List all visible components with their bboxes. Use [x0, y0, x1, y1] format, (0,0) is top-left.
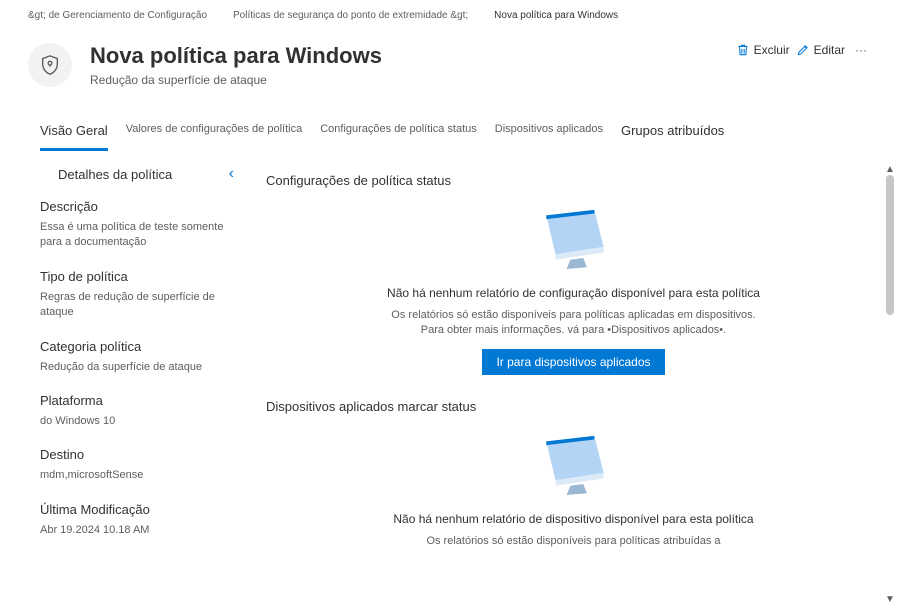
scroll-thumb[interactable]: [886, 175, 894, 315]
edit-label: Editar: [814, 43, 845, 57]
empty-title: Não há nenhum relatório de configuração …: [306, 286, 841, 300]
scrollbar[interactable]: ▲ ▼: [883, 164, 897, 605]
breadcrumb-current: Nova política para Windows: [494, 10, 618, 21]
section-title: Configurações de política status: [266, 173, 881, 188]
sidebar-field: Última Modificação Abr 19.2024 10.18 AM: [40, 502, 240, 556]
field-value: Abr 19.2024 10.18 AM: [40, 523, 240, 538]
section-title: Dispositivos aplicados marcar status: [266, 399, 881, 414]
field-label: Destino: [40, 447, 240, 462]
go-to-devices-button[interactable]: Ir para dispositivos aplicados: [482, 349, 664, 375]
empty-desc: Os relatórios só estão disponíveis para …: [379, 534, 769, 549]
scroll-down-icon[interactable]: ▼: [885, 594, 895, 605]
tab-devices[interactable]: Dispositivos aplicados: [495, 117, 603, 151]
sidebar-title: Detalhes da política: [58, 167, 172, 182]
pencil-icon: [796, 43, 810, 57]
tab-groups[interactable]: Grupos atribuídos: [621, 117, 724, 151]
scroll-up-icon[interactable]: ▲: [885, 164, 895, 175]
sidebar-field: Descrição Essa é uma política de teste so…: [40, 199, 240, 269]
delete-button[interactable]: Excluir: [736, 43, 790, 57]
trash-icon: [736, 43, 750, 57]
field-value: mdm,microsoftSense: [40, 468, 240, 483]
page-title: Nova política para Windows: [90, 43, 736, 69]
empty-title: Não há nenhum relatório de dispositivo d…: [306, 512, 841, 526]
sidebar-fields: Descrição Essa é uma política de teste so…: [40, 199, 240, 556]
breadcrumb: &gt; de Gerenciamento de Configuração Po…: [0, 0, 899, 29]
empty-state-config: Não há nenhum relatório de configuração …: [266, 208, 881, 399]
breadcrumb-item[interactable]: &gt; de Gerenciamento de Configuração: [28, 10, 207, 21]
field-value: Essa é uma política de teste somente par…: [40, 220, 240, 251]
sidebar-field: Categoria política Redução da superfície …: [40, 339, 240, 393]
tabs: Visão Geral Valores de configurações de …: [0, 97, 899, 151]
chevron-left-icon[interactable]: ‹: [229, 165, 234, 183]
main-panel: Configurações de política status Não há …: [248, 165, 899, 583]
field-label: Última Modificação: [40, 502, 240, 517]
field-value: Regras de redução de superfície de ataqu…: [40, 290, 240, 321]
empty-state-devices: Não há nenhum relatório de dispositivo d…: [266, 434, 881, 583]
empty-desc: Os relatórios só estão disponíveis para …: [379, 308, 769, 339]
monitor-icon: [537, 208, 611, 270]
tab-settings[interactable]: Valores de configurações de política: [126, 117, 303, 151]
field-label: Tipo de política: [40, 269, 240, 284]
breadcrumb-item[interactable]: Políticas de segurança do ponto de extre…: [233, 10, 468, 21]
field-value: do Windows 10: [40, 414, 240, 429]
sidebar-field: Plataforma do Windows 10: [40, 393, 240, 447]
field-label: Categoria política: [40, 339, 240, 354]
monitor-icon: [537, 434, 611, 496]
tab-overview[interactable]: Visão Geral: [40, 117, 108, 151]
sidebar: Detalhes da política ‹ Descrição Essa é u…: [40, 165, 248, 583]
more-icon[interactable]: ···: [851, 43, 871, 57]
sidebar-field: Tipo de política Regras de redução de sup…: [40, 269, 240, 339]
page-header: Nova política para Windows Redução da su…: [0, 29, 899, 97]
page-subtitle: Redução da superfície de ataque: [90, 73, 736, 87]
field-value: Redução da superfície de ataque: [40, 360, 240, 375]
field-label: Plataforma: [40, 393, 240, 408]
delete-label: Excluir: [754, 43, 790, 57]
sidebar-field: Destino mdm,microsoftSense: [40, 447, 240, 501]
field-label: Descrição: [40, 199, 240, 214]
shield-icon: [28, 43, 72, 87]
edit-button[interactable]: Editar: [796, 43, 845, 57]
tab-status[interactable]: Configurações de política status: [320, 117, 477, 151]
